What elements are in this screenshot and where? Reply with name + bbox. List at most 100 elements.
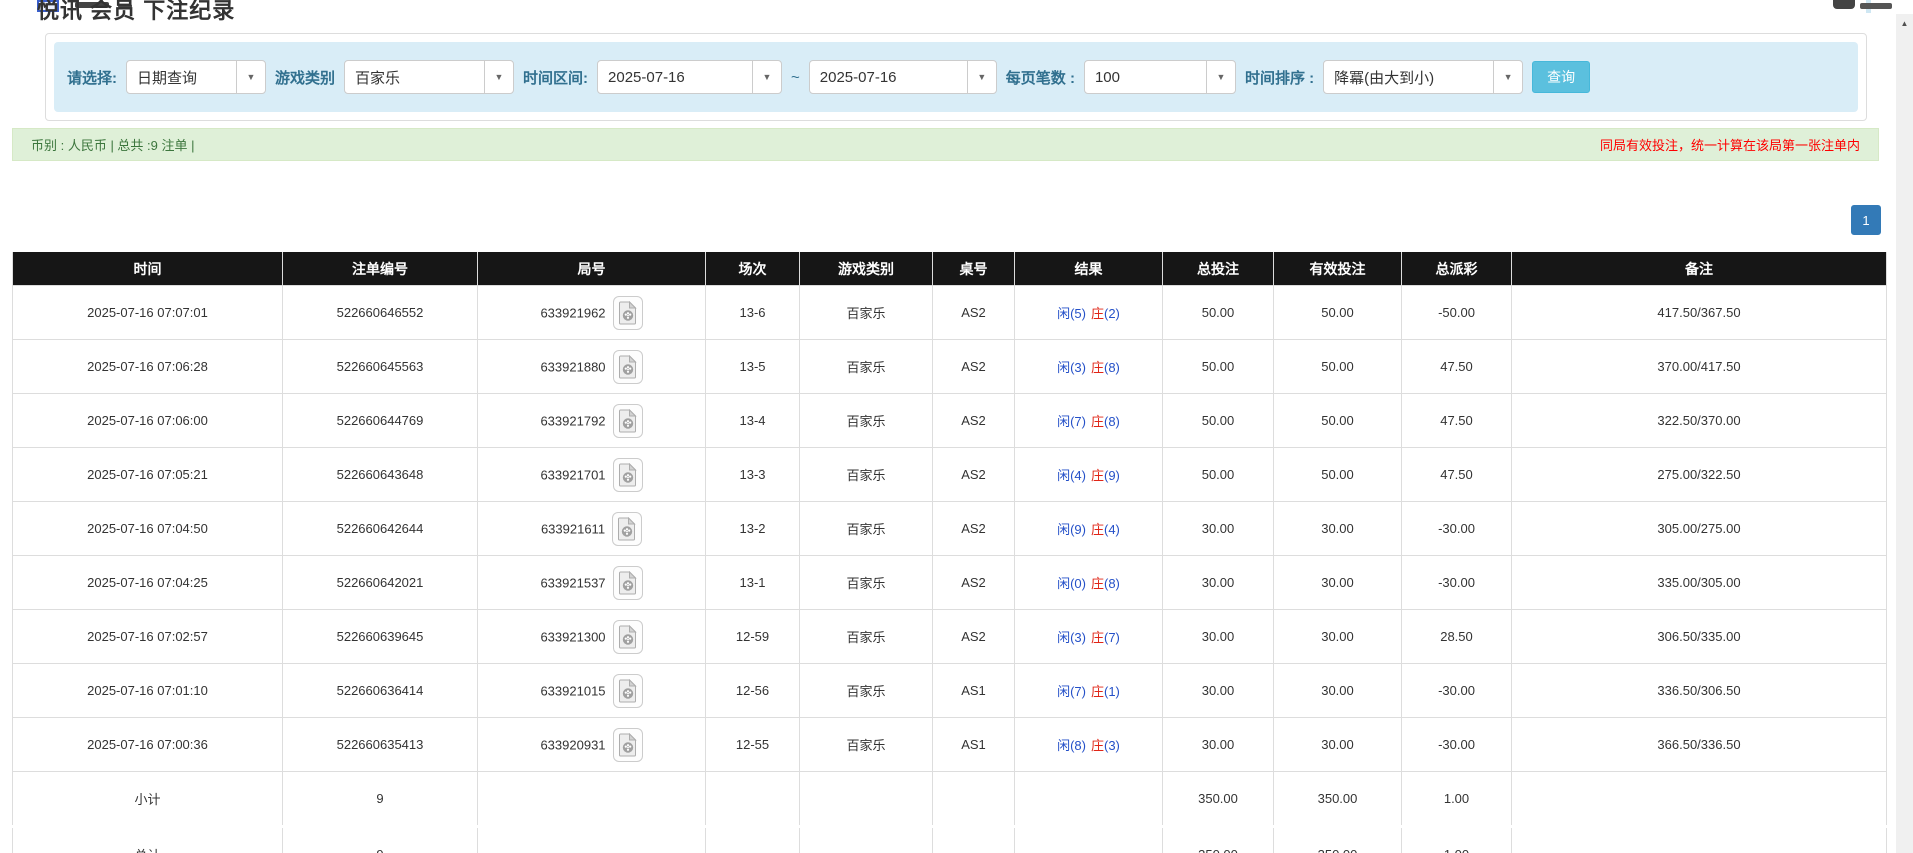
remark-cell: 336.50/306.50: [1512, 664, 1887, 718]
round-id-cell: 633921611: [478, 502, 706, 556]
video-replay-icon[interactable]: [613, 458, 643, 492]
payout-cell: -30.00: [1402, 718, 1512, 772]
table-row: 2025-07-16 07:02:57 522660639645 6339213…: [13, 610, 1887, 664]
game-type-cell: 百家乐: [800, 394, 933, 448]
payout-cell: 47.50: [1402, 448, 1512, 502]
table-no-cell: AS2: [933, 394, 1015, 448]
session-cell: 13-3: [706, 448, 800, 502]
video-replay-icon[interactable]: [613, 620, 643, 654]
banker-label: 庄: [1091, 414, 1104, 429]
col-header-table-no: 桌号: [933, 252, 1015, 286]
game-type-cell: 百家乐: [800, 556, 933, 610]
total-bet-link[interactable]: 30.00: [1163, 556, 1274, 610]
total-bet-link[interactable]: 50.00: [1163, 340, 1274, 394]
note-text: 同局有效投注，统一计算在该局第一张注单内: [1600, 135, 1860, 154]
total-bet-link[interactable]: 30.00: [1163, 610, 1274, 664]
chevron-down-icon: ▼: [967, 61, 996, 93]
bet-id-cell: 522660642021: [283, 556, 478, 610]
banker-label: 庄: [1091, 306, 1104, 321]
session-cell: 12-55: [706, 718, 800, 772]
time-cell: 2025-07-16 07:01:10: [13, 664, 283, 718]
total-bet-link[interactable]: 30.00: [1163, 502, 1274, 556]
total-bet-link[interactable]: 30.00: [1163, 718, 1274, 772]
table-no-cell: AS2: [933, 340, 1015, 394]
sort-label: 时间排序 :: [1245, 67, 1314, 88]
round-id-cell: 633921300: [478, 610, 706, 664]
result-cell: 闲(7)庄(8): [1015, 394, 1163, 448]
page-size-select[interactable]: 100 ▼: [1084, 60, 1236, 94]
col-header-time: 时间: [13, 252, 283, 286]
scroll-up-arrow-icon[interactable]: ▲: [1896, 14, 1913, 32]
bet-id-cell: 522660646552: [283, 286, 478, 340]
sort-select[interactable]: 降冪(由大到小) ▼: [1323, 60, 1523, 94]
payout-cell: -30.00: [1402, 502, 1512, 556]
valid-bet-cell: 50.00: [1274, 340, 1402, 394]
date-to-select[interactable]: 2025-07-16 ▼: [809, 60, 997, 94]
chevron-down-icon: ▼: [1493, 61, 1522, 93]
session-cell: 13-4: [706, 394, 800, 448]
game-type-label: 游戏类别: [275, 67, 335, 88]
player-result: 闲(3): [1057, 630, 1086, 645]
game-type-cell: 百家乐: [800, 502, 933, 556]
player-result: 闲(0): [1057, 576, 1086, 591]
vertical-scrollbar[interactable]: ▲: [1896, 14, 1913, 853]
col-header-remark: 备注: [1512, 252, 1887, 286]
session-cell: 13-2: [706, 502, 800, 556]
player-result: 闲(5): [1057, 306, 1086, 321]
total-bet-link[interactable]: 30.00: [1163, 664, 1274, 718]
total-bet-link[interactable]: 50.00: [1163, 448, 1274, 502]
col-header-payout: 总派彩: [1402, 252, 1512, 286]
video-replay-icon[interactable]: [613, 674, 643, 708]
round-id: 633921962: [540, 305, 605, 320]
page-size-value: 100: [1085, 69, 1206, 86]
total-bet-link[interactable]: 50.00: [1163, 394, 1274, 448]
summary-label: 小计: [13, 772, 283, 827]
result-cell: 闲(9)庄(4): [1015, 502, 1163, 556]
remark-cell: 275.00/322.50: [1512, 448, 1887, 502]
session-cell: 13-1: [706, 556, 800, 610]
time-cell: 2025-07-16 07:07:01: [13, 286, 283, 340]
table-footer: 小计 9 350.00 350.00 1.00 总计 9 350.00 350.…: [13, 772, 1887, 853]
date-from-value: 2025-07-16: [598, 69, 752, 86]
page-size-label: 每页笔数 :: [1006, 67, 1075, 88]
banker-label: 庄: [1091, 684, 1104, 699]
video-replay-icon[interactable]: [613, 566, 643, 600]
video-replay-icon[interactable]: [613, 296, 643, 330]
summary-count: 9: [283, 827, 478, 853]
query-type-value: 日期查询: [127, 67, 236, 88]
video-replay-icon[interactable]: [613, 728, 643, 762]
session-cell: 13-6: [706, 286, 800, 340]
bet-id-cell: 522660639645: [283, 610, 478, 664]
video-replay-icon[interactable]: [612, 512, 642, 546]
table-no-cell: AS2: [933, 448, 1015, 502]
bet-id-cell: 522660636414: [283, 664, 478, 718]
date-from-select[interactable]: 2025-07-16 ▼: [597, 60, 782, 94]
payout-cell: -30.00: [1402, 664, 1512, 718]
summary-count: 9: [283, 772, 478, 827]
search-button[interactable]: 查询: [1532, 61, 1590, 93]
player-result: 闲(7): [1057, 684, 1086, 699]
query-type-select[interactable]: 日期查询 ▼: [126, 60, 266, 94]
player-result: 闲(7): [1057, 414, 1086, 429]
result-cell: 闲(0)庄(8): [1015, 556, 1163, 610]
player-result: 闲(9): [1057, 522, 1086, 537]
total-bet-link[interactable]: 50.00: [1163, 286, 1274, 340]
time-cell: 2025-07-16 07:04:50: [13, 502, 283, 556]
round-id-cell: 633921537: [478, 556, 706, 610]
page-button-1[interactable]: 1: [1851, 205, 1881, 235]
clipped-toolbar-icon[interactable]: [1833, 0, 1855, 9]
result-cell: 闲(3)庄(7): [1015, 610, 1163, 664]
summary-label: 总计: [13, 827, 283, 853]
valid-bet-cell: 30.00: [1274, 556, 1402, 610]
video-replay-icon[interactable]: [613, 350, 643, 384]
game-type-select[interactable]: 百家乐 ▼: [344, 60, 514, 94]
video-replay-icon[interactable]: [613, 404, 643, 438]
col-header-round-id: 局号: [478, 252, 706, 286]
payout-cell: 47.50: [1402, 394, 1512, 448]
summary-valid-bet: 350.00: [1274, 827, 1402, 853]
table-row: 2025-07-16 07:06:00 522660644769 6339217…: [13, 394, 1887, 448]
valid-bet-cell: 50.00: [1274, 448, 1402, 502]
summary-valid-bet: 350.00: [1274, 772, 1402, 827]
table-row: 2025-07-16 07:07:01 522660646552 6339219…: [13, 286, 1887, 340]
game-type-cell: 百家乐: [800, 664, 933, 718]
